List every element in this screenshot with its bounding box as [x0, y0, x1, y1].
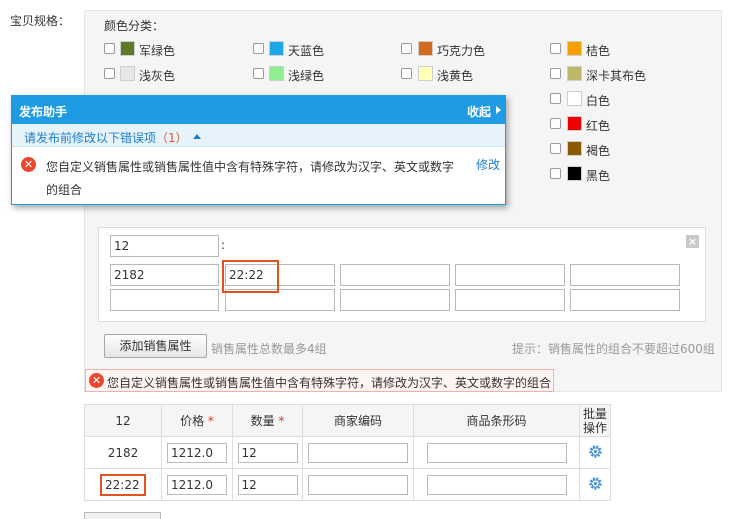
color-label: 深卡其布色: [586, 69, 647, 83]
error-highlight: [222, 260, 279, 293]
color-checkbox[interactable]: [401, 68, 412, 79]
merchant-code-input[interactable]: [308, 474, 408, 495]
attribute-value-input[interactable]: [455, 264, 565, 286]
row-attr: 2182: [84, 436, 162, 469]
col-merchant-code: 商家编码: [302, 404, 414, 437]
color-label: 浅黄色: [437, 69, 474, 83]
error-icon: ✕: [89, 373, 104, 388]
popup-subheader[interactable]: 请发布前修改以下错误项（1）: [12, 124, 505, 147]
attribute-colon: :: [221, 238, 226, 252]
color-section-title: 颜色分类：: [104, 19, 165, 33]
color-swatch: [120, 66, 135, 81]
color-swatch: [567, 91, 582, 106]
collapse-button[interactable]: 收起: [467, 103, 491, 120]
merchant-code-input[interactable]: [308, 442, 408, 463]
col-batch: 批量操作: [579, 404, 611, 437]
row-attr-highlighted: 22:22: [100, 473, 146, 496]
color-swatch: [418, 41, 433, 56]
color-label: 天蓝色: [288, 44, 325, 58]
popup-error-message: 您自定义销售属性或销售属性值中含有特殊字符，请修改为汉字、英文或数字的组合: [46, 160, 455, 197]
color-swatch: [567, 141, 582, 156]
attribute-value-input[interactable]: [110, 289, 219, 311]
attribute-value-input[interactable]: [340, 289, 450, 311]
color-label: 黑色: [586, 169, 611, 183]
color-swatch: [567, 41, 582, 56]
popup-title: 发布助手: [19, 105, 68, 119]
color-swatch: [418, 66, 433, 81]
col-barcode: 商品条形码: [413, 404, 580, 437]
attribute-value-input[interactable]: [570, 264, 680, 286]
color-checkbox[interactable]: [550, 93, 561, 104]
color-checkbox[interactable]: [104, 43, 115, 54]
table-header-row: 12 价格 * 数量 * 商家编码 商品条形码 批量操作: [84, 404, 611, 437]
color-swatch: [567, 66, 582, 81]
gear-icon[interactable]: [588, 444, 603, 459]
popup-header: 发布助手 收起: [12, 96, 505, 124]
attribute-limit-note: 销售属性总数最多4组: [211, 342, 327, 356]
attribute-value-input[interactable]: [570, 289, 680, 311]
attribute-name-input[interactable]: 12: [110, 235, 219, 257]
color-label: 桔色: [586, 44, 611, 58]
barcode-input[interactable]: [426, 474, 567, 495]
required-mark: *: [278, 414, 285, 428]
color-swatch: [269, 66, 284, 81]
attribute-value-input[interactable]: [340, 264, 450, 286]
error-banner: ✕ 您自定义销售属性或销售属性值中含有特殊字符，请修改为汉字、英文或数字的组合: [85, 369, 554, 392]
col-qty: 数量 *: [232, 404, 303, 437]
attribute-value-input[interactable]: 2182: [110, 264, 219, 286]
qty-input[interactable]: 12: [237, 474, 298, 495]
publish-helper-popup: 发布助手 收起 请发布前修改以下错误项（1） ✕ 您自定义销售属性或销售属性值中…: [11, 95, 506, 205]
table-row: 22:22 1212.0 12: [84, 468, 611, 501]
error-count: （1）: [156, 131, 188, 145]
barcode-input[interactable]: [426, 442, 567, 463]
color-label: 巧克力色: [437, 44, 486, 58]
col-attr: 12: [84, 404, 162, 437]
spec-label: 宝贝规格：: [10, 14, 71, 28]
table-row: 2182 1212.0 12: [84, 436, 611, 469]
color-checkbox[interactable]: [550, 143, 561, 154]
color-checkbox[interactable]: [550, 168, 561, 179]
add-attribute-button[interactable]: 添加销售属性: [104, 334, 207, 358]
color-swatch: [567, 116, 582, 131]
color-checkbox[interactable]: [550, 68, 561, 79]
color-label: 褐色: [586, 144, 611, 158]
error-list-title: 请发布前修改以下错误项: [24, 131, 157, 145]
color-swatch: [567, 166, 582, 181]
color-label: 红色: [586, 119, 611, 133]
required-mark: *: [207, 414, 214, 428]
qty-input[interactable]: 12: [237, 442, 298, 463]
caret-right-icon[interactable]: [496, 106, 501, 114]
sku-table: 12 价格 * 数量 * 商家编码 商品条形码 批量操作 2182 1212.0…: [84, 404, 611, 501]
color-checkbox[interactable]: [550, 118, 561, 129]
error-icon: ✕: [21, 157, 36, 172]
color-checkbox[interactable]: [550, 43, 561, 54]
color-swatch: [120, 41, 135, 56]
gear-icon[interactable]: [588, 476, 603, 491]
close-icon[interactable]: ×: [686, 235, 699, 248]
fix-link[interactable]: 修改: [476, 156, 500, 173]
price-input[interactable]: 1212.0: [167, 442, 227, 463]
col-price: 价格 *: [161, 404, 233, 437]
attribute-value-input[interactable]: [455, 289, 565, 311]
color-swatch: [269, 41, 284, 56]
combination-hint: 提示：销售属性的组合不要超过600组: [512, 342, 715, 356]
error-banner-text: 您自定义销售属性或销售属性值中含有特殊字符，请修改为汉字、英文或数字的组合: [107, 376, 552, 390]
color-checkbox[interactable]: [253, 43, 264, 54]
caret-up-icon[interactable]: [193, 134, 201, 139]
price-input[interactable]: 1212.0: [167, 474, 227, 495]
color-label: 浅绿色: [288, 69, 325, 83]
color-label: 军绿色: [139, 44, 176, 58]
color-checkbox[interactable]: [104, 68, 115, 79]
color-label: 白色: [586, 94, 611, 108]
color-checkbox[interactable]: [401, 43, 412, 54]
color-checkbox[interactable]: [253, 68, 264, 79]
color-label: 浅灰色: [139, 69, 176, 83]
